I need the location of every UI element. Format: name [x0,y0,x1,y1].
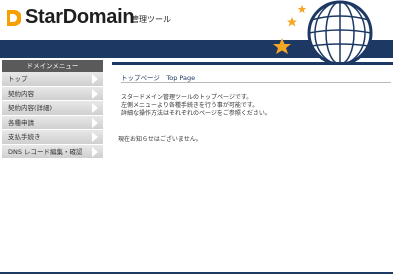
divider [121,82,391,83]
chevron-right-icon [92,88,98,99]
chevron-right-icon [92,103,98,113]
sidebar-item-label: 支払手続き [8,133,41,141]
page-title: トップページ Top Page [121,74,196,82]
globe-stars-graphic [273,0,373,62]
sidebar-item-dns[interactable]: DNS レコード編集・確認 [2,144,103,159]
star-icon [287,17,297,27]
chevron-right-icon [92,132,98,142]
sidebar-item-applications[interactable]: 各種申請 [2,115,103,130]
star-icon [273,38,291,54]
sidebar-item-label: 契約内容 [8,89,34,98]
logo-text[interactable]: StarDomain [25,6,135,29]
footer-rule [0,272,393,274]
sidebar-item-label: 各種申請 [8,118,34,127]
notice-text: 現在お知らせはございません。 [118,136,202,143]
tool-label: 管理ツール [131,15,171,24]
chevron-right-icon [92,117,98,128]
sidebar-item-label: トップ [8,75,28,83]
sidebar: ドメインメニュー トップ 契約内容 契約内容(詳細) 各種申請 支払手続き DN… [2,60,103,159]
chevron-right-icon [92,74,98,84]
sidebar-item-contract-detail[interactable]: 契約内容(詳細) [2,101,103,116]
main-content: トップページ Top Page スタードメイン管理ツールのトップページです。 左… [112,62,393,272]
sidebar-item-payment[interactable]: 支払手続き [2,130,103,145]
chevron-right-icon [92,146,98,157]
star-icon [297,5,307,13]
sidebar-item-label: 契約内容(詳細) [8,104,53,112]
sidebar-item-contract[interactable]: 契約内容 [2,86,103,101]
sidebar-title: ドメインメニュー [2,60,103,72]
stardomain-logo-icon [7,10,21,26]
content-top-rule [112,62,393,65]
body-text-line: 詳細な操作方法はそれぞれのページをご参照ください。 [121,110,271,117]
sidebar-item-top[interactable]: トップ [2,72,103,87]
sidebar-item-label: DNS レコード編集・確認 [8,147,83,156]
